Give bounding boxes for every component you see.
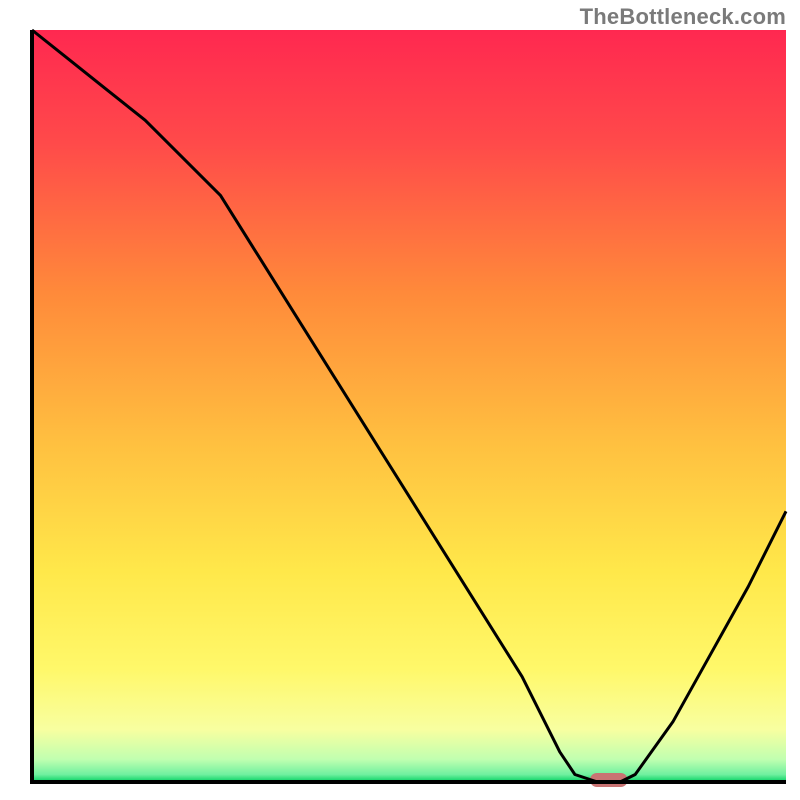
chart-container: { "watermark": "TheBottleneck.com", "cha… [0, 0, 800, 800]
bottleneck-chart [0, 0, 800, 800]
plot-background [32, 30, 786, 782]
